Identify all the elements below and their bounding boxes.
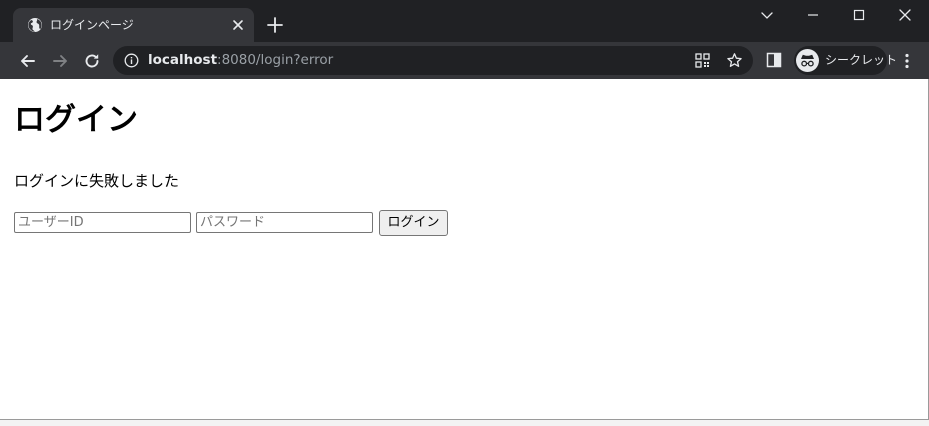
tab-title: ログインページ [50, 18, 134, 32]
globe-icon [28, 18, 42, 32]
url-path: :8080/login?error [217, 52, 334, 68]
page-content: ログイン ログインに失敗しました ログイン [6, 79, 928, 419]
side-panel-icon[interactable] [766, 52, 782, 68]
plus-icon[interactable] [266, 16, 284, 34]
minimize-icon[interactable] [802, 4, 824, 26]
browser-window: ログインページ localhost:8080/login?error シークレッ… [0, 0, 929, 420]
back-arrow-icon[interactable] [18, 51, 38, 71]
login-error-message: ログインに失敗しました [14, 172, 180, 190]
star-icon[interactable] [726, 52, 743, 69]
maximize-icon[interactable] [848, 4, 870, 26]
tab-strip: ログインページ [0, 0, 929, 42]
url-text[interactable]: localhost:8080/login?error [148, 52, 333, 69]
username-input[interactable] [14, 212, 191, 233]
login-button[interactable]: ログイン [379, 210, 448, 236]
forward-arrow-icon[interactable] [50, 51, 70, 71]
page-title: ログイン [14, 102, 138, 138]
password-input[interactable] [196, 212, 373, 233]
desktop-background [0, 420, 929, 426]
url-host: localhost [148, 52, 218, 68]
browser-toolbar: localhost:8080/login?error シークレット [0, 42, 929, 79]
tab-login-page[interactable]: ログインページ [13, 8, 254, 42]
incognito-profile-button[interactable]: シークレット [794, 46, 897, 75]
qr-code-icon[interactable] [694, 52, 711, 69]
window-close-icon[interactable] [894, 4, 916, 26]
reload-icon[interactable] [82, 51, 102, 71]
incognito-icon [796, 49, 819, 72]
address-bar[interactable]: localhost:8080/login?error [113, 46, 753, 75]
close-icon[interactable] [230, 17, 246, 33]
chevron-down-icon[interactable] [756, 4, 778, 26]
info-icon[interactable] [124, 53, 139, 68]
incognito-label: シークレット [825, 53, 898, 67]
more-vert-icon[interactable] [898, 51, 916, 71]
